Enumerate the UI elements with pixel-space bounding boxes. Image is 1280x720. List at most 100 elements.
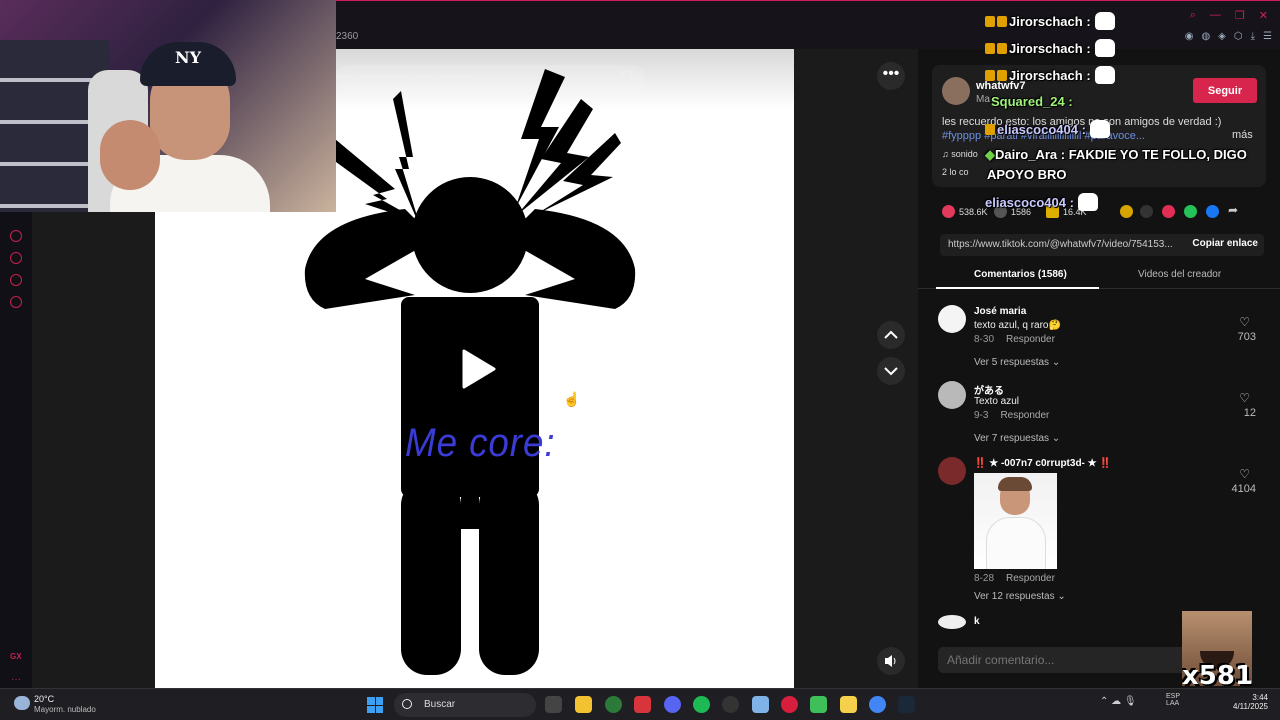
chat-message: Squared_24 :: [991, 94, 1073, 109]
heart-icon: [942, 205, 955, 218]
weather-temp: 20°C: [34, 694, 55, 704]
chat-user: Jirorschach: [1009, 68, 1083, 83]
comment-item: ‼️ ★ -007n7 c0rrupt3d- ★ ‼️ 8-28 Responde…: [938, 457, 1268, 607]
browser-sidebar: GX …: [0, 212, 32, 688]
sidebar-more-icon[interactable]: …: [11, 672, 21, 683]
comment-author[interactable]: José maria: [974, 306, 1026, 317]
sidebar-history-icon[interactable]: [10, 252, 22, 264]
cloud-icon: [14, 696, 30, 710]
heart-outline-icon[interactable]: ♡: [1239, 391, 1250, 405]
app-icon[interactable]: [810, 696, 827, 713]
sidebar-settings-icon[interactable]: [10, 296, 22, 308]
search-icon: [402, 699, 412, 709]
link-box: https://www.tiktok.com/@whatwfv7/video/7…: [940, 234, 1264, 256]
hand-cursor-icon: ☝: [563, 391, 581, 407]
chat-text: APOYO BRO: [987, 167, 1067, 182]
chat-message: Jirorschach :: [985, 66, 1115, 84]
discord-icon[interactable]: [664, 696, 681, 713]
cat-emote-icon: [1077, 193, 1098, 211]
page-indicator: 2360: [336, 31, 359, 42]
chat-user: Squared_24: [991, 94, 1065, 109]
play-icon[interactable]: [460, 349, 496, 389]
comment-date: 8-28: [974, 573, 995, 584]
system-tray[interactable]: ⌃ ☁ 🎙: [1100, 696, 1137, 707]
obs-icon[interactable]: [722, 696, 739, 713]
chevron-down-icon: [884, 367, 898, 376]
add-comment-input[interactable]: [938, 647, 1188, 673]
comment-avatar[interactable]: [938, 615, 966, 629]
reply-button[interactable]: Responder: [1006, 334, 1055, 345]
comment-sticker-image[interactable]: [974, 473, 1057, 569]
chat-text: :: [1068, 94, 1073, 109]
task-view-icon[interactable]: [545, 696, 562, 713]
cat-emote-icon: [1094, 66, 1115, 84]
chat-message: ◆Dairo_Ara : FAKDIE YO TE FOLLO, DIGO: [985, 147, 1247, 163]
taskbar-search[interactable]: Buscar: [394, 693, 536, 717]
taskbar-search-label: Buscar: [424, 699, 456, 710]
clock[interactable]: 3:44 4/11/2025: [1228, 693, 1268, 711]
comment-avatar[interactable]: [938, 381, 966, 409]
comment-avatar[interactable]: [938, 305, 966, 333]
heart-outline-icon[interactable]: ♡: [1239, 315, 1250, 329]
comment-author[interactable]: がある: [974, 382, 1004, 397]
comment-meta: 8-30 Responder: [974, 334, 1055, 345]
cat-emote-icon: [1094, 12, 1115, 30]
reply-button[interactable]: Responder: [1006, 573, 1055, 584]
file-explorer-icon[interactable]: [575, 696, 592, 713]
sidebar-extensions-icon[interactable]: [10, 274, 22, 286]
more-options-button[interactable]: •••: [877, 62, 905, 90]
language-indicator[interactable]: ESP LAA: [1166, 693, 1180, 707]
comment-like-count: 12: [1243, 407, 1256, 419]
tab-comments[interactable]: Comentarios (1586): [974, 269, 1067, 280]
comment-author[interactable]: ‼️ ★ -007n7 c0rrupt3d- ★ ‼️: [974, 458, 1112, 469]
steam-icon[interactable]: [898, 696, 915, 713]
chat-badge-icon: [997, 70, 1007, 81]
sticker-hair: [998, 477, 1032, 491]
reply-button[interactable]: Responder: [1000, 410, 1049, 421]
like-action[interactable]: 538.6K: [942, 205, 988, 218]
windows-start-icon[interactable]: [367, 697, 383, 713]
xbox-icon[interactable]: [605, 696, 622, 713]
video-link-url[interactable]: https://www.tiktok.com/@whatwfv7/video/7…: [948, 239, 1174, 250]
chat-user: Dairo_Ara: [995, 147, 1058, 162]
chat-badge-icon: [985, 43, 995, 54]
volume-button[interactable]: [877, 647, 905, 675]
comment-text: Texto azul: [974, 396, 1020, 407]
chat-message: Jirorschach :: [985, 39, 1115, 57]
comment-text: texto azul, q raro🤔: [974, 320, 1061, 331]
sidebar-target-icon[interactable]: [10, 230, 22, 242]
app-icon[interactable]: [840, 696, 857, 713]
spotify-icon[interactable]: [693, 696, 710, 713]
comment-like-count: 703: [1237, 331, 1256, 343]
notepad-icon[interactable]: [752, 696, 769, 713]
creator-avatar[interactable]: [942, 77, 970, 105]
chevron-up-icon: [884, 330, 898, 339]
sound-label[interactable]: ♫ sonido: [942, 149, 978, 159]
comment-avatar[interactable]: [938, 457, 966, 485]
previous-video-button[interactable]: [877, 321, 905, 349]
chrome-icon[interactable]: [869, 696, 886, 713]
chat-badge-icon: [985, 16, 995, 27]
view-replies-button[interactable]: Ver 7 respuestas ⌄: [974, 433, 1060, 444]
chat-message: Jirorschach :: [985, 12, 1115, 30]
view-replies-button[interactable]: Ver 12 respuestas ⌄: [974, 591, 1066, 602]
view-replies-button[interactable]: Ver 5 respuestas ⌄: [974, 357, 1060, 368]
music-note-icon: ♫: [942, 149, 952, 159]
chat-text: :: [1081, 122, 1086, 137]
chat-text: :: [1069, 195, 1074, 210]
emote-combo-overlay: x581: [1182, 611, 1252, 686]
taskbar: 20°C Mayorm. nublado Buscar ⌃ ☁ 🎙 ESP LAA…: [0, 688, 1280, 720]
copy-link-button[interactable]: Copiar enlace: [1192, 238, 1258, 249]
chat-badge-icon: [997, 43, 1007, 54]
opera-gx-icon[interactable]: [781, 696, 798, 713]
comment-author[interactable]: k: [974, 616, 980, 627]
tab-creator-videos[interactable]: Videos del creador: [1138, 269, 1221, 280]
chat-badge-icon: [985, 124, 995, 135]
chat-user: eliascoco404: [997, 122, 1078, 137]
liked-by-text: 2 lo co: [942, 167, 969, 177]
lang-layout: LAA: [1166, 700, 1180, 707]
app-icon[interactable]: [634, 696, 651, 713]
cat-emote-icon: [1089, 120, 1110, 138]
heart-outline-icon[interactable]: ♡: [1239, 467, 1250, 481]
next-video-button[interactable]: [877, 357, 905, 385]
